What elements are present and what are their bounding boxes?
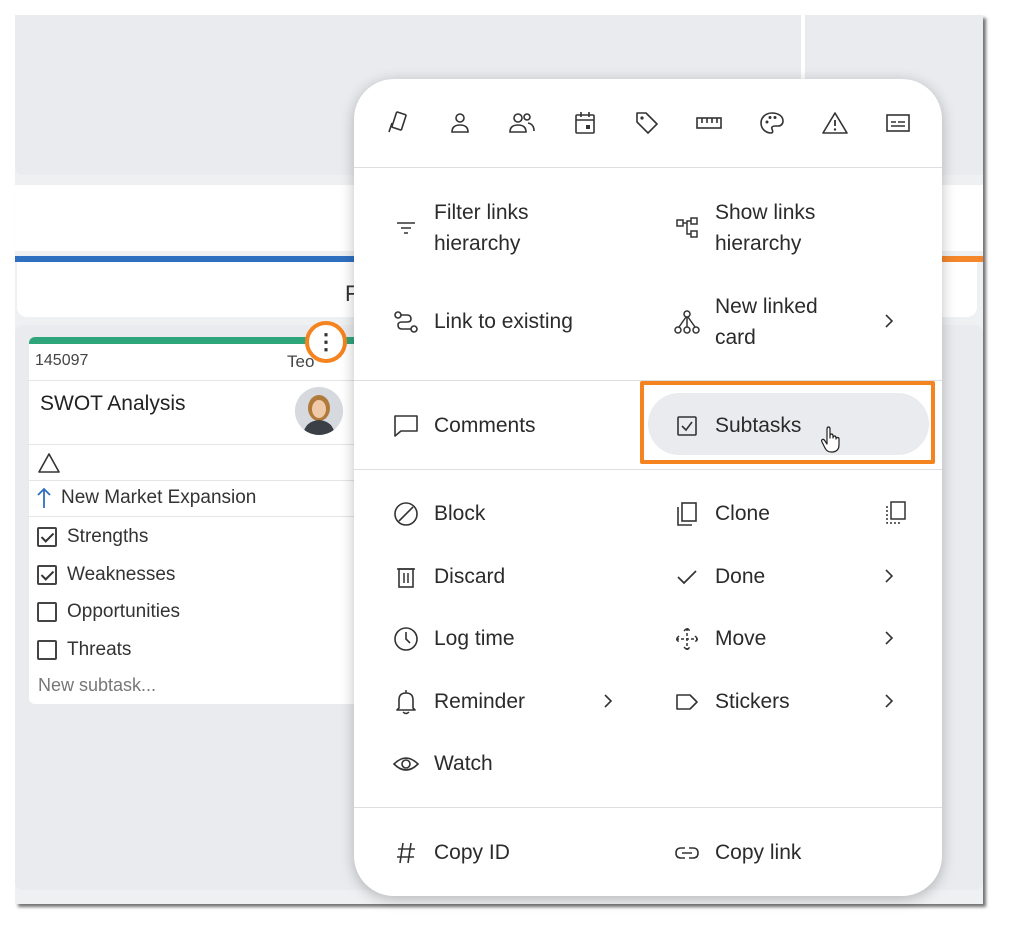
discard-label: Discard [434, 565, 506, 588]
checkmark-icon [673, 563, 701, 591]
card-type-icon[interactable] [384, 109, 412, 137]
menu-divider [354, 167, 942, 168]
clone-icon [673, 500, 701, 528]
log-time-item[interactable]: Log time [392, 623, 515, 654]
subtask-item[interactable]: Threats [37, 636, 131, 664]
comments-label: Comments [434, 414, 536, 437]
new-subtask-input[interactable]: New subtask... [38, 675, 156, 696]
owner-icon[interactable] [446, 109, 474, 137]
move-item[interactable]: Move [673, 623, 766, 654]
show-links-label: Show links hierarchy [715, 201, 816, 255]
deadline-icon[interactable] [571, 109, 599, 137]
filter-links-item[interactable]: Filter links hierarchy [392, 197, 564, 259]
new-linked-card-label: New linked card [715, 295, 818, 349]
avatar[interactable] [295, 387, 343, 435]
filter-icon [392, 214, 420, 242]
card-menu-button[interactable]: ⋮ [305, 321, 347, 363]
subtask-label: Strengths [67, 526, 149, 547]
divider [29, 480, 359, 481]
card-id[interactable]: 145097 [35, 352, 88, 370]
parent-link-label: New Market Expansion [61, 487, 257, 508]
divider [29, 516, 359, 517]
subtask-label: Threats [67, 639, 132, 660]
chevron-right-icon [882, 694, 896, 708]
stickers-label: Stickers [715, 690, 790, 713]
subtasks-callout-box [640, 381, 935, 464]
block-icon [392, 500, 420, 528]
copy-link-label: Copy link [715, 841, 802, 864]
clone-label: Clone [715, 502, 770, 525]
color-icon[interactable] [758, 109, 786, 137]
subtask-item[interactable]: Weaknesses [37, 561, 175, 589]
discard-item[interactable]: Discard [392, 561, 505, 592]
stickers-item[interactable]: Stickers [673, 686, 790, 717]
clock-icon [392, 625, 420, 653]
parent-link[interactable]: New Market Expansion [37, 484, 256, 512]
done-label: Done [715, 565, 766, 588]
arrow-up-icon [37, 487, 51, 509]
show-links-item[interactable]: Show links hierarchy [673, 197, 845, 259]
priority-icon[interactable] [821, 109, 849, 137]
new-linked-card-item[interactable]: New linked card [673, 291, 845, 353]
block-item[interactable]: Block [392, 498, 485, 529]
copy-link-item[interactable]: Copy link [673, 837, 801, 868]
subtask-label: Weaknesses [67, 564, 176, 585]
hash-icon [392, 839, 420, 867]
menu-divider [354, 469, 942, 470]
checkbox[interactable] [37, 602, 57, 622]
chevron-right-icon [601, 694, 615, 708]
watch-label: Watch [434, 752, 493, 775]
subtask-label: Opportunities [67, 601, 181, 622]
trash-icon [392, 563, 420, 591]
new-linked-card-icon [673, 308, 701, 336]
checkbox[interactable] [37, 565, 57, 585]
kebab-icon: ⋮ [315, 329, 337, 354]
subtask-item[interactable]: Strengths [37, 523, 148, 551]
tags-icon[interactable] [633, 109, 661, 137]
sticker-icon [673, 688, 701, 716]
chevron-right-icon [882, 314, 896, 328]
card[interactable]: 145097 Teo SWOT Analysis New Market Expa… [29, 337, 359, 704]
checkbox[interactable] [37, 527, 57, 547]
chevron-right-icon [882, 631, 896, 645]
eye-icon [392, 750, 420, 778]
size-icon[interactable] [695, 109, 723, 137]
filter-links-label: Filter links hierarchy [434, 201, 529, 255]
clone-item[interactable]: Clone [673, 498, 770, 529]
menu-divider [354, 807, 942, 808]
move-icon [673, 625, 701, 653]
copy-id-label: Copy ID [434, 841, 510, 864]
copy-id-item[interactable]: Copy ID [392, 837, 510, 868]
menu-toolbar [354, 79, 942, 167]
reminder-label: Reminder [434, 690, 526, 713]
custom-fields-icon[interactable] [884, 109, 912, 137]
reminder-item[interactable]: Reminder [392, 686, 525, 717]
divider [29, 380, 359, 381]
link-existing-icon [392, 308, 420, 336]
done-item[interactable]: Done [673, 561, 765, 592]
bell-icon [392, 688, 420, 716]
co-owners-icon[interactable] [508, 109, 536, 137]
subtask-item[interactable]: Opportunities [37, 598, 180, 626]
comment-icon [392, 412, 420, 440]
block-label: Block [434, 502, 486, 525]
checkbox[interactable] [37, 640, 57, 660]
divider [29, 444, 359, 445]
link-icon [673, 839, 701, 867]
clone-options-icon[interactable] [884, 500, 908, 526]
card-title[interactable]: SWOT Analysis [40, 392, 185, 416]
comments-item[interactable]: Comments [392, 410, 536, 441]
log-time-label: Log time [434, 627, 515, 650]
hierarchy-icon [673, 214, 701, 242]
card-context-menu: Filter links hierarchy Show links hierar… [354, 79, 942, 896]
move-label: Move [715, 627, 767, 650]
link-to-existing-item[interactable]: Link to existing [392, 306, 573, 337]
watch-item[interactable]: Watch [392, 748, 493, 779]
warning-icon [37, 452, 61, 474]
chevron-right-icon [882, 569, 896, 583]
link-to-existing-label: Link to existing [434, 310, 573, 333]
